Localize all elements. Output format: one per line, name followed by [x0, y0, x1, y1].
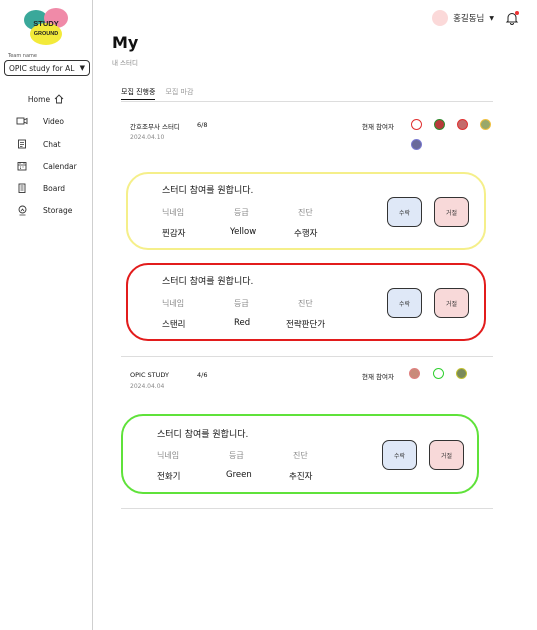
avatar[interactable]	[432, 10, 449, 26]
participant-avatar[interactable]	[456, 368, 467, 379]
accept-button[interactable]: 수락	[387, 197, 422, 227]
grade-header: 등급	[234, 299, 249, 308]
sidebar-item-calendar[interactable]: Calendar	[0, 159, 93, 173]
tab-recruiting[interactable]: 모집 진행중	[121, 87, 156, 100]
svg-text:STUDY: STUDY	[33, 19, 58, 28]
study-name[interactable]: 간호조무사 스터디	[130, 121, 180, 131]
sidebar-item-label: Video	[43, 116, 65, 126]
nickname-header: 닉네임	[162, 208, 185, 217]
page-title: My	[112, 33, 139, 52]
request-title: 스터디 참여를 원합니다.	[157, 430, 249, 440]
user-menu[interactable]: 홍길동님 ▼	[432, 10, 519, 26]
user-name: 홍길동님	[453, 14, 485, 24]
home-icon	[53, 93, 65, 105]
study-name[interactable]: OPIC STUDY	[130, 371, 169, 379]
accept-button[interactable]: 수락	[382, 440, 417, 470]
nickname-value: 전화기	[157, 472, 181, 482]
participant-avatar[interactable]	[411, 139, 422, 150]
team-name-label: Team name	[8, 53, 37, 59]
svg-text:GROUND: GROUND	[34, 31, 58, 37]
diagnosis-value: 전략판단가	[286, 320, 326, 330]
chevron-down-icon: ▼	[79, 64, 85, 72]
nickname-header: 닉네임	[162, 299, 185, 308]
study-date: 2024.04.04	[130, 383, 165, 390]
sidebar: STUDY GROUND Team name OPIC study for AL…	[0, 0, 93, 630]
sidebar-item-board[interactable]: Board	[0, 181, 93, 195]
request-title: 스터디 참여를 원합니다.	[162, 186, 254, 196]
diagnosis-value: 추진자	[289, 472, 313, 482]
calendar-icon	[16, 160, 28, 172]
notification-dot	[515, 11, 519, 15]
diagnosis-header: 진단	[298, 299, 313, 308]
join-request-card: 스터디 참여를 원합니다. 닉네임 등급 진단 스탠리 Red 전략판단가 수락…	[126, 263, 486, 341]
participants-label: 현재 참여자	[362, 123, 394, 131]
join-request-card: 스터디 참여를 원합니다. 닉네임 등급 진단 전화기 Green 추진자 수락…	[121, 414, 479, 494]
grade-header: 등급	[234, 208, 249, 217]
sidebar-item-label: Calendar	[43, 161, 77, 171]
sidebar-item-label: Storage	[43, 205, 73, 215]
team-select[interactable]: OPIC study for AL ▼	[4, 60, 90, 76]
nickname-value: 찐감자	[162, 229, 186, 239]
study-ground-logo[interactable]: STUDY GROUND	[22, 6, 70, 46]
tab-bar: 모집 진행중 모집 마감	[121, 87, 193, 100]
reject-button[interactable]: 거절	[434, 288, 469, 318]
bell-icon[interactable]	[505, 11, 519, 25]
page-subtitle: 내 스터디	[112, 59, 138, 67]
request-title: 스터디 참여를 원합니다.	[162, 277, 254, 287]
study-date: 2024.04.10	[130, 134, 165, 141]
sidebar-item-label: Chat	[43, 139, 61, 149]
video-icon	[16, 115, 28, 127]
grade-value: Yellow	[230, 227, 257, 237]
diagnosis-header: 진단	[293, 451, 308, 460]
board-icon	[16, 182, 28, 194]
sidebar-item-label: Board	[43, 183, 66, 193]
participant-avatar[interactable]	[433, 368, 444, 379]
nickname-value: 스탠리	[162, 320, 186, 330]
caret-down-icon[interactable]: ▼	[489, 15, 494, 22]
team-select-value: OPIC study for AL	[9, 63, 75, 73]
study-member-count: 4/6	[197, 371, 208, 379]
join-request-card: 스터디 참여를 원합니다. 닉네임 등급 진단 찐감자 Yellow 수행자 수…	[126, 172, 486, 250]
participants-label: 현재 참여자	[362, 373, 394, 381]
sidebar-item-label: Home	[27, 94, 51, 104]
diagnosis-header: 진단	[298, 208, 313, 217]
tabs-divider	[121, 101, 493, 102]
diagnosis-value: 수행자	[294, 229, 318, 239]
sidebar-item-video[interactable]: Video	[0, 114, 93, 128]
reject-button[interactable]: 거절	[429, 440, 464, 470]
accept-button[interactable]: 수락	[387, 288, 422, 318]
grade-value: Red	[234, 318, 251, 328]
study-divider	[121, 356, 493, 357]
participant-avatar[interactable]	[457, 119, 468, 130]
reject-button[interactable]: 거절	[434, 197, 469, 227]
grade-value: Green	[226, 470, 252, 480]
participant-avatar[interactable]	[480, 119, 491, 130]
study-member-count: 6/8	[197, 121, 208, 129]
participant-avatar[interactable]	[434, 119, 445, 130]
participant-avatar[interactable]	[411, 119, 422, 130]
study-divider	[121, 508, 493, 509]
sidebar-item-home[interactable]: Home	[0, 92, 93, 106]
sidebar-item-chat[interactable]: Chat	[0, 137, 93, 151]
storage-icon	[16, 204, 28, 216]
participant-avatar[interactable]	[409, 368, 420, 379]
sidebar-item-storage[interactable]: Storage	[0, 203, 93, 217]
tab-closed[interactable]: 모집 마감	[165, 87, 193, 100]
nickname-header: 닉네임	[157, 451, 180, 460]
grade-header: 등급	[229, 451, 244, 460]
chat-icon	[16, 138, 28, 150]
